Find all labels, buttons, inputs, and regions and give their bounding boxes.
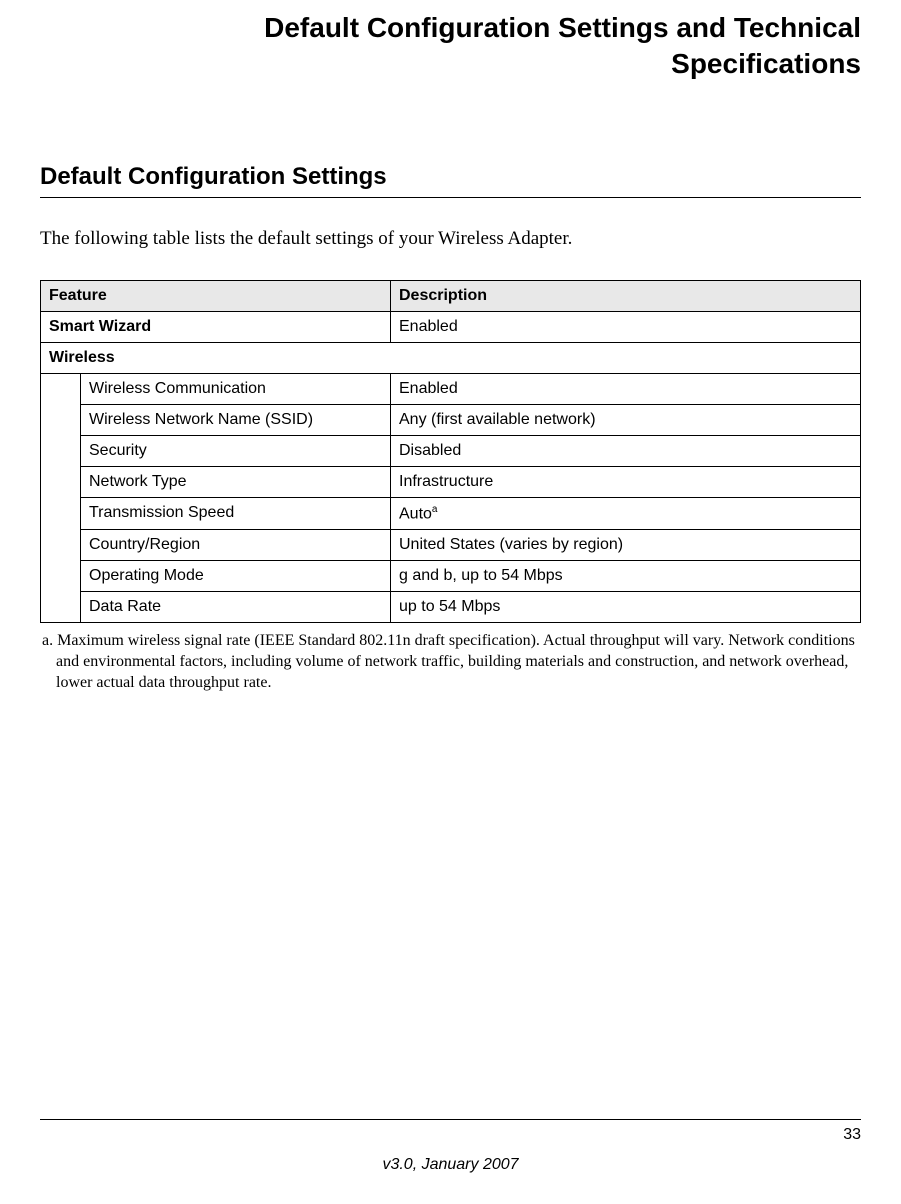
title-line-1: Default Configuration Settings and Techn… [264,12,861,43]
smart-wizard-value: Enabled [391,311,861,342]
table-row: Operating Mode g and b, up to 54 Mbps [41,561,861,592]
table-row: Transmission Speed Autoa [41,497,861,529]
value-cell: Infrastructure [391,466,861,497]
section-heading: Default Configuration Settings [40,163,861,198]
wireless-label: Wireless [41,342,861,373]
value-cell: Any (first available network) [391,404,861,435]
value-cell: Enabled [391,373,861,404]
feature-cell: Country/Region [81,530,391,561]
value-cell: g and b, up to 54 Mbps [391,561,861,592]
footnote: a. Maximum wireless signal rate (IEEE St… [40,631,861,693]
superscript-a: a [432,504,438,515]
value-cell: Disabled [391,435,861,466]
value-cell: United States (varies by region) [391,530,861,561]
page-number: 33 [40,1126,861,1144]
table-row: Network Type Infrastructure [41,466,861,497]
table-row: Country/Region United States (varies by … [41,530,861,561]
feature-cell: Operating Mode [81,561,391,592]
table-row: Wireless Network Name (SSID) Any (first … [41,404,861,435]
table-row: Smart Wizard Enabled [41,311,861,342]
table-row: Wireless Communication Enabled [41,373,861,404]
footer-version: v3.0, January 2007 [40,1156,861,1174]
value-cell: Autoa [391,497,861,529]
table-row: Wireless [41,342,861,373]
footer-divider [40,1119,861,1120]
feature-cell: Transmission Speed [81,497,391,529]
feature-cell: Wireless Communication [81,373,391,404]
value-cell: up to 54 Mbps [391,592,861,623]
intro-text: The following table lists the default se… [40,228,861,250]
indent-cell [41,373,81,622]
feature-cell: Network Type [81,466,391,497]
smart-wizard-label: Smart Wizard [41,311,391,342]
header-feature: Feature [41,280,391,311]
feature-cell: Security [81,435,391,466]
title-line-2: Specifications [671,48,861,79]
footer: 33 v3.0, January 2007 [40,1119,861,1174]
settings-table: Feature Description Smart Wizard Enabled… [40,280,861,623]
feature-cell: Data Rate [81,592,391,623]
header-description: Description [391,280,861,311]
page-title: Default Configuration Settings and Techn… [40,10,861,83]
table-row: Data Rate up to 54 Mbps [41,592,861,623]
feature-cell: Wireless Network Name (SSID) [81,404,391,435]
table-row: Security Disabled [41,435,861,466]
